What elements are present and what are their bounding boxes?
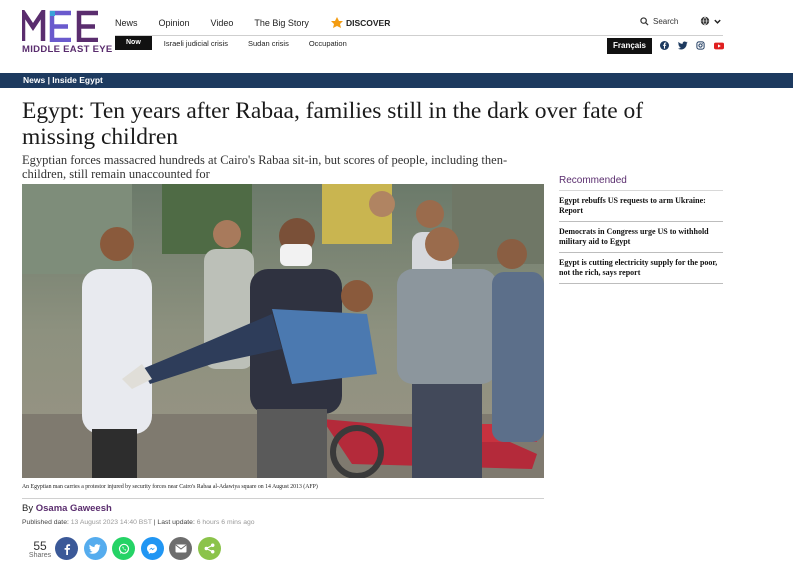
twitter-icon (89, 543, 101, 554)
recommended-item[interactable]: Democrats in Congress urge US to withhol… (559, 227, 723, 253)
email-icon (174, 544, 187, 553)
trending-occupation[interactable]: Occupation (309, 39, 347, 48)
facebook-icon[interactable] (658, 40, 671, 51)
article-dates: Published date: 13 August 2023 14:40 BST… (22, 519, 255, 526)
recommended-list: Egypt rebuffs US requests to arm Ukraine… (559, 196, 723, 289)
share-icon (204, 543, 214, 554)
author-link[interactable]: Osama Gaweesh (36, 503, 112, 514)
site-header: MIDDLE EAST EYE News Opinion Video The B… (0, 0, 793, 72)
image-caption: An Egyptian man carries a protestor inju… (22, 484, 318, 490)
published-date: 13 August 2023 14:40 BST (70, 519, 152, 526)
recommended-heading: Recommended (559, 175, 627, 186)
main-nav: News Opinion Video The Big Story DISCOVE… (115, 12, 390, 34)
byline-prefix: By (22, 503, 34, 514)
twitter-icon[interactable] (676, 40, 689, 51)
share-count-number: 55 (33, 539, 47, 553)
share-facebook-button[interactable] (55, 537, 78, 560)
discover-icon (330, 17, 343, 28)
chevron-down-icon (714, 19, 721, 24)
language-selector[interactable] (700, 16, 722, 26)
now-badge: Now (115, 36, 152, 50)
article-standfirst: Egyptian forces massacred hundreds at Ca… (22, 153, 508, 181)
section-breadcrumb[interactable]: News | Inside Egypt (23, 75, 103, 85)
section-bar: News | Inside Egypt (0, 73, 793, 88)
share-messenger-button[interactable] (140, 537, 164, 560)
trending-israeli-judicial-crisis[interactable]: Israeli judicial crisis (164, 39, 228, 48)
nav-video[interactable]: Video (211, 18, 234, 28)
recommended-divider (559, 190, 723, 191)
share-email-button[interactable] (169, 537, 192, 560)
caption-divider (22, 498, 544, 499)
article-headline: Egypt: Ten years after Rabaa, families s… (22, 98, 644, 150)
share-more-button[interactable] (197, 537, 221, 560)
nav-discover[interactable]: DISCOVER (330, 17, 390, 29)
search-button[interactable]: Search (640, 17, 678, 26)
trending-sudan-crisis[interactable]: Sudan crisis (248, 39, 289, 48)
updated-date: 6 hours 6 mins ago (196, 519, 255, 526)
nav-opinion[interactable]: Opinion (159, 18, 190, 28)
youtube-icon[interactable] (712, 40, 725, 51)
hero-photo-illustration (22, 184, 544, 478)
messenger-icon (147, 543, 157, 554)
share-buttons (55, 537, 226, 560)
recommended-item[interactable]: Egypt is cutting electricity supply for … (559, 258, 723, 284)
facebook-icon (64, 543, 70, 555)
share-count: 55 Shares (28, 540, 52, 559)
site-logo[interactable]: MIDDLE EAST EYE (22, 10, 112, 58)
trending-bar: Now Israeli judicial crisis Sudan crisis… (115, 36, 367, 50)
share-whatsapp-button[interactable] (112, 537, 135, 560)
social-links (658, 40, 730, 51)
instagram-icon[interactable] (694, 40, 707, 51)
whatsapp-icon (118, 543, 129, 554)
globe-icon (700, 16, 710, 26)
byline: By Osama Gaweesh (22, 503, 112, 514)
francais-button[interactable]: Français (607, 38, 652, 54)
share-count-label: Shares (28, 552, 52, 559)
published-label: Published date: (22, 519, 69, 526)
search-icon (640, 17, 649, 26)
nav-the-big-story[interactable]: The Big Story (254, 18, 309, 28)
article-hero-image (22, 184, 544, 478)
logo-text: MIDDLE EAST EYE (22, 44, 113, 55)
nav-news[interactable]: News (115, 18, 138, 28)
recommended-item[interactable]: Egypt rebuffs US requests to arm Ukraine… (559, 196, 723, 222)
search-label: Search (653, 17, 679, 26)
share-twitter-button[interactable] (83, 537, 107, 560)
mee-logo-mark (22, 10, 98, 42)
updated-label: Last update: (157, 519, 195, 526)
discover-label: DISCOVER (345, 18, 391, 28)
dates-separator: | (153, 519, 156, 526)
